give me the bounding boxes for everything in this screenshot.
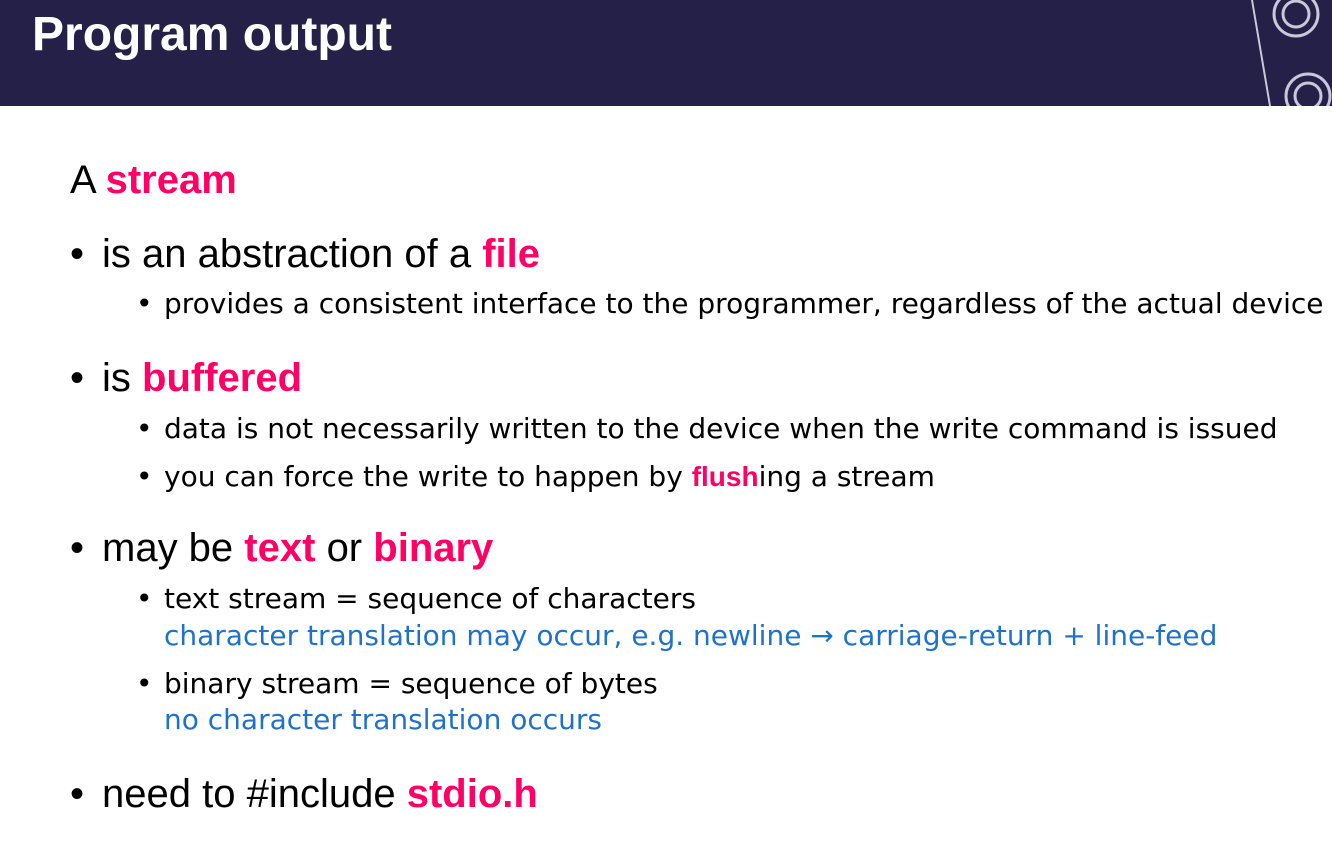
subbullet-interface: provides a consistent interface to the p… — [136, 286, 1324, 322]
bullet-text: is an abstraction of a — [102, 232, 472, 276]
keyword-file: file — [482, 232, 541, 276]
bullet-text: need to #include — [102, 772, 396, 816]
slide-title: Program output — [32, 8, 392, 61]
keyword-stdio: stdio.h — [406, 772, 538, 816]
decorative-circles-icon — [1251, 0, 1332, 106]
note-text: character translation may occur, e.g. ne… — [164, 619, 1218, 652]
subbullet-flush: you can force the write to happen by flu… — [136, 459, 935, 495]
subbullet-text: binary stream = sequence of bytes — [164, 667, 658, 700]
subbullet-text: you can force the write to happen by — [164, 460, 683, 493]
bullet-text: may be — [102, 526, 234, 570]
note-no-translation: no character translation occurs — [164, 702, 602, 738]
subbullet-binary-stream: binary stream = sequence of bytes — [136, 666, 658, 702]
note-character-translation: character translation may occur, e.g. ne… — [164, 618, 1217, 654]
bullet-text: is — [102, 356, 131, 400]
bullet-text-or-binary: may be text or binary — [70, 524, 494, 572]
keyword-stream: stream — [105, 158, 237, 202]
bullet-or: or — [326, 526, 363, 570]
intro-line: A stream — [70, 156, 237, 204]
keyword-binary: binary — [373, 526, 494, 570]
bullet-abstraction: is an abstraction of a file — [70, 230, 541, 278]
keyword-buffered: buffered — [142, 356, 303, 400]
subbullet-text: text stream = sequence of characters — [164, 582, 696, 615]
intro-text: A — [70, 158, 95, 202]
bullet-buffered: is buffered — [70, 354, 303, 402]
subbullet-text-stream: text stream = sequence of characters — [136, 581, 696, 617]
subbullet-not-written: data is not necessarily written to the d… — [136, 411, 1278, 447]
bullet-include: need to #include stdio.h — [70, 770, 538, 818]
slide-header: Program output — [0, 0, 1332, 106]
keyword-text: text — [244, 526, 316, 570]
keyword-flush: flush — [691, 461, 759, 492]
subbullet-text: data is not necessarily written to the d… — [164, 412, 1278, 445]
subbullet-suffix: ing a stream — [758, 460, 935, 493]
subbullet-text: provides a consistent interface to the p… — [164, 287, 1324, 320]
note-text: no character translation occurs — [164, 703, 602, 736]
